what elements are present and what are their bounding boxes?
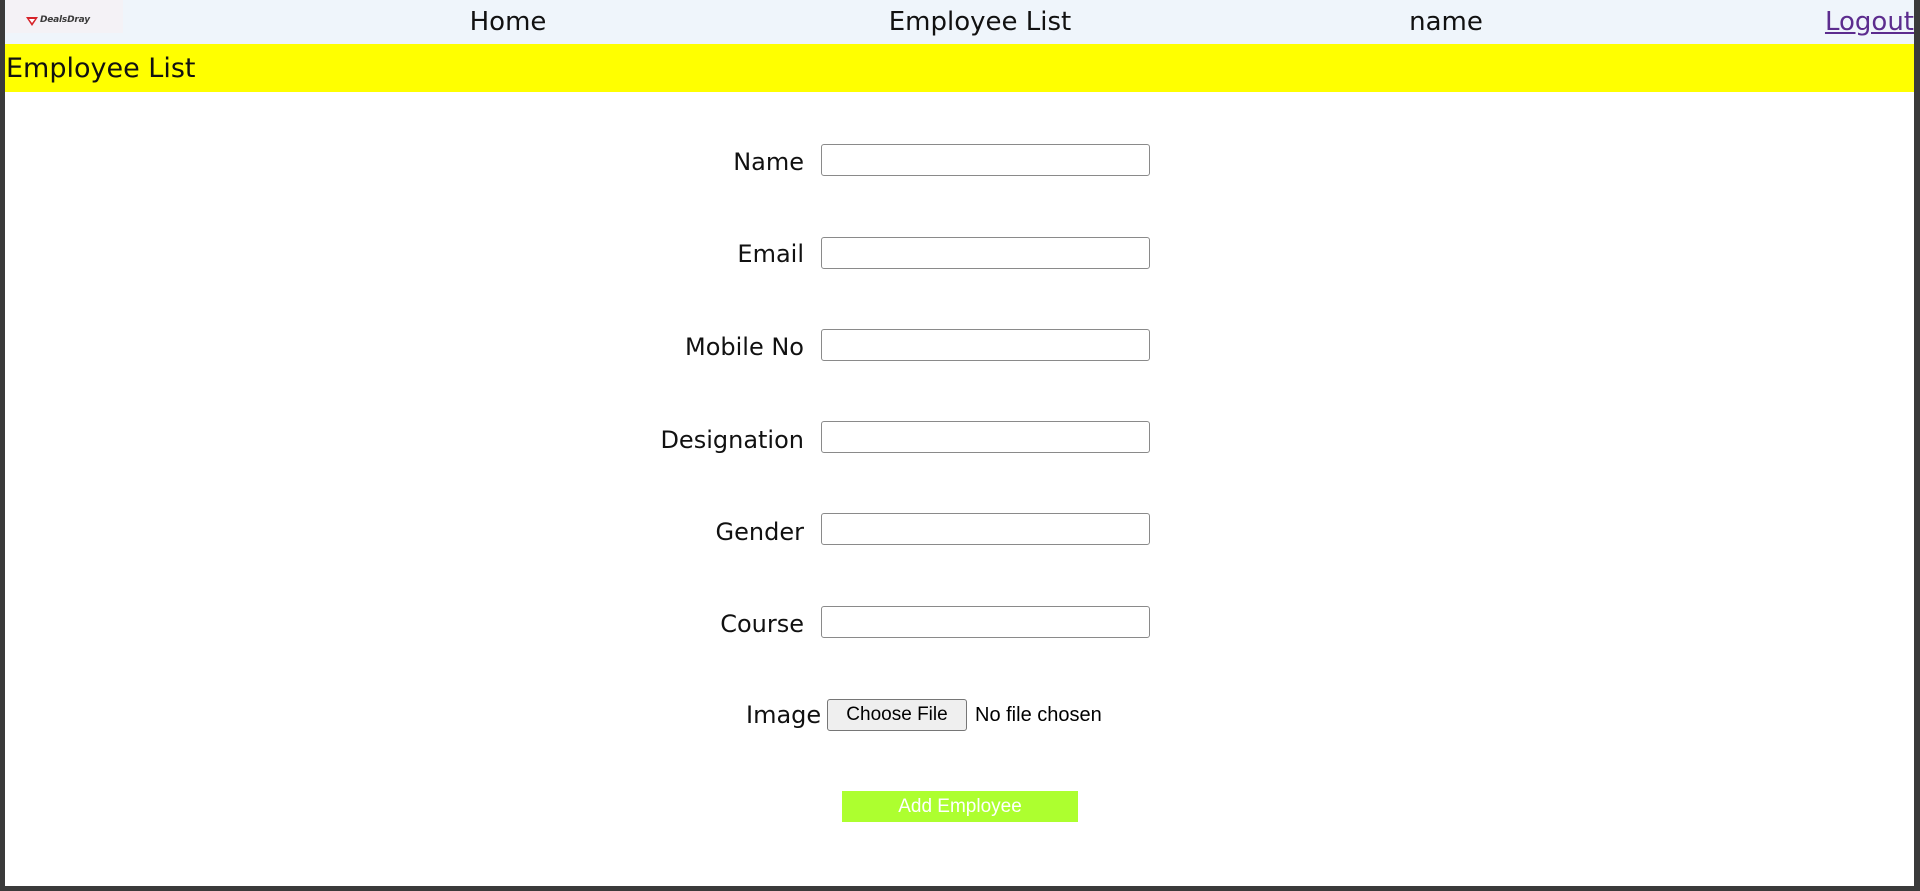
name-input[interactable] — [821, 144, 1150, 176]
designation-label: Designation — [660, 426, 804, 454]
logo-text: DealsDray — [40, 15, 90, 25]
file-status-text: No file chosen — [975, 704, 1102, 726]
logo-mark-icon — [26, 17, 38, 26]
course-input[interactable] — [821, 606, 1150, 638]
image-label: Image — [746, 701, 822, 729]
gender-input[interactable] — [821, 513, 1150, 545]
page-title: Employee List — [6, 53, 196, 84]
nav-employee-list-link[interactable]: Employee List — [889, 7, 1071, 37]
page-title-banner: Employee List — [5, 44, 1914, 92]
page-frame: DealsDray Home Employee List name Logout… — [5, 0, 1914, 886]
name-label: Name — [733, 148, 804, 176]
email-label: Email — [737, 240, 804, 268]
mobile-no-input[interactable] — [821, 329, 1150, 361]
mobile-no-label: Mobile No — [685, 333, 804, 361]
add-employee-button[interactable]: Add Employee — [842, 791, 1078, 822]
logout-link[interactable]: Logout — [1825, 7, 1914, 37]
choose-file-button[interactable]: Choose File — [827, 699, 967, 731]
gender-label: Gender — [715, 518, 804, 546]
designation-input[interactable] — [821, 421, 1150, 453]
navbar: DealsDray Home Employee List name Logout — [5, 0, 1914, 44]
email-input[interactable] — [821, 237, 1150, 269]
course-label: Course — [720, 610, 804, 638]
dealsdray-logo[interactable]: DealsDray — [6, 0, 123, 33]
nav-user-name: name — [1409, 7, 1483, 37]
nav-home-link[interactable]: Home — [470, 7, 547, 37]
